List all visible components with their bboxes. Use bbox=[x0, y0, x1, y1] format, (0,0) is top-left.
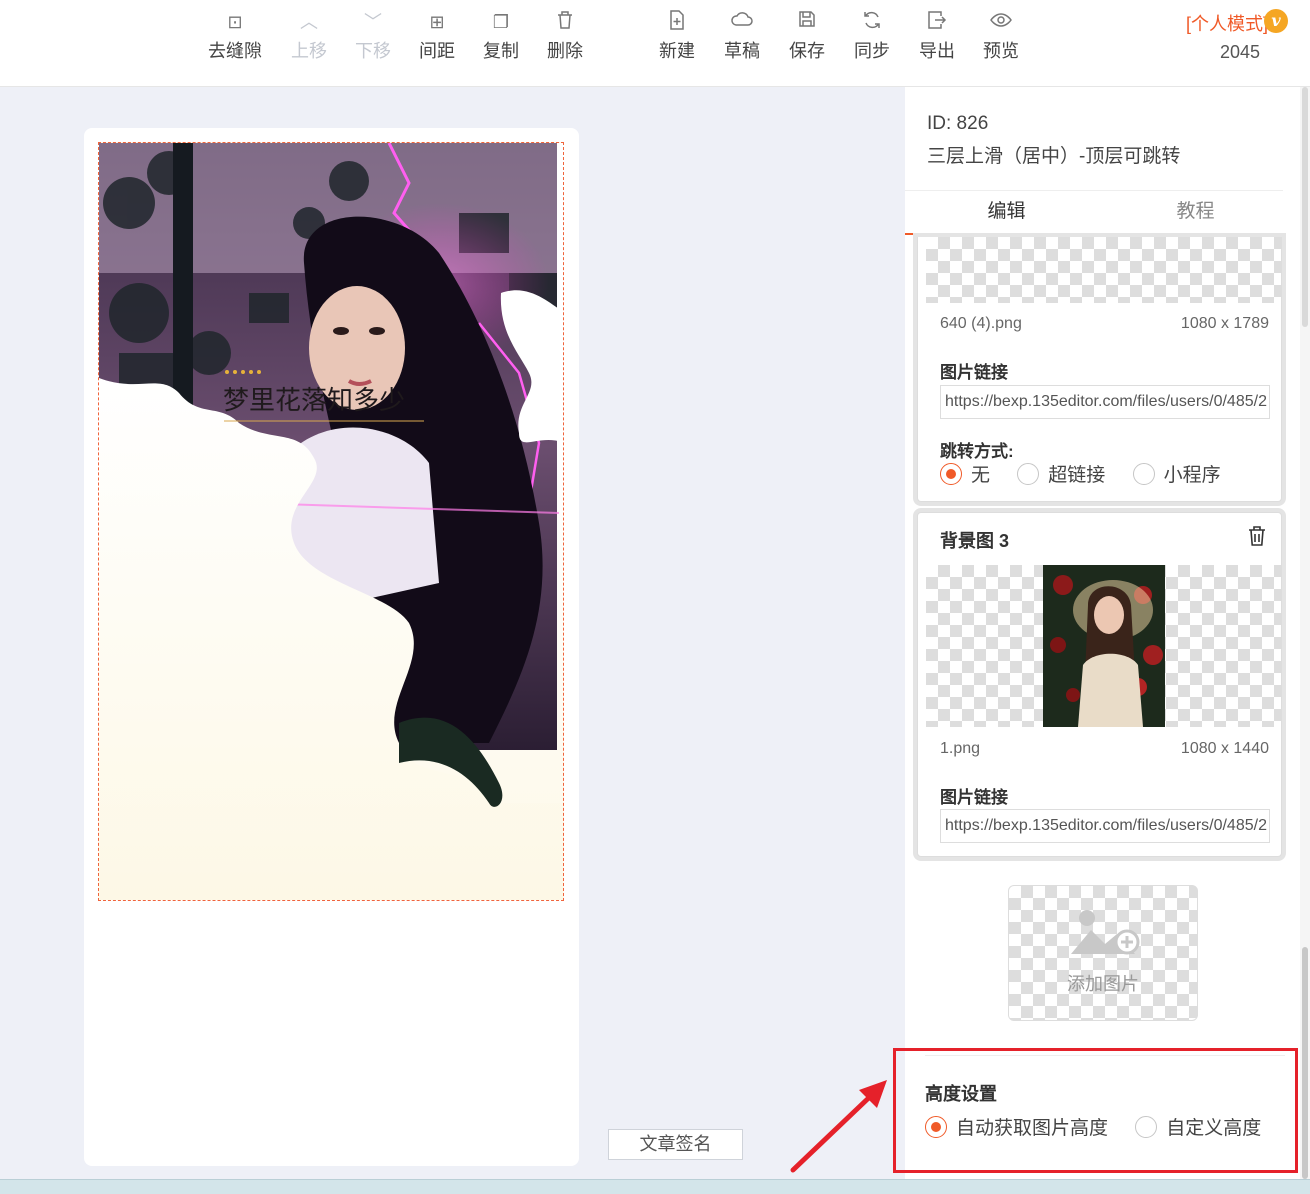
image-1-link-label: 图片链接 bbox=[940, 363, 1008, 382]
add-image-label: 添加图片 bbox=[1067, 974, 1139, 994]
background-3-filename: 1.png bbox=[940, 740, 981, 757]
panel-scroll-thumb[interactable] bbox=[1302, 947, 1308, 1179]
save-icon bbox=[775, 10, 839, 38]
chevron-up-icon: ︿ bbox=[300, 12, 318, 33]
draft-button[interactable]: 草稿 bbox=[710, 10, 774, 64]
image-1-link-input[interactable]: https://bexp.135editor.com/files/users/0… bbox=[940, 385, 1270, 419]
eye-icon bbox=[969, 10, 1033, 38]
vip-badge-icon: v bbox=[1264, 9, 1288, 34]
personal-mode-switch[interactable]: [个人模式] v bbox=[1185, 9, 1288, 37]
export-icon bbox=[905, 10, 969, 38]
annotation-highlight-box bbox=[893, 1048, 1298, 1173]
copy-icon: ❐ bbox=[492, 12, 510, 33]
panel-tabs: 编辑 教程 bbox=[905, 190, 1283, 235]
move-down-label: 下移 bbox=[355, 41, 391, 61]
outer-scroll-thumb[interactable] bbox=[1302, 87, 1308, 327]
background-3-link-label: 图片链接 bbox=[940, 788, 1008, 807]
image-1-size: 1080 x 1789 bbox=[1180, 315, 1269, 332]
remove-gap-button[interactable]: ⊡ 去缝隙 bbox=[203, 10, 267, 64]
background-3-link-input[interactable]: https://bexp.135editor.com/files/users/0… bbox=[940, 809, 1270, 843]
add-image-icon bbox=[1071, 910, 1140, 955]
save-label: 保存 bbox=[789, 41, 825, 61]
template-name: 三层上滑（居中）-顶层可跳转 bbox=[927, 146, 1181, 167]
export-label: 导出 bbox=[919, 41, 955, 61]
article-signature-button[interactable]: 文章签名 bbox=[608, 1129, 743, 1160]
counter-value: 2045 bbox=[1219, 42, 1261, 62]
selected-template-frame[interactable]: 梦里花落知多少 bbox=[98, 142, 564, 901]
jump-option-hyperlink-label: 超链接 bbox=[1048, 465, 1106, 486]
jump-mode-label: 跳转方式: bbox=[940, 442, 1014, 461]
panel-scrollbar[interactable] bbox=[1300, 87, 1310, 1179]
properties-panel: ID: 826 三层上滑（居中）-顶层可跳转 编辑 教程 640 (4).png… bbox=[905, 87, 1300, 1179]
radio-none[interactable] bbox=[940, 462, 962, 485]
annotation-arrow-icon bbox=[790, 1080, 887, 1173]
spacing-button[interactable]: ⊞ 间距 bbox=[405, 10, 469, 64]
bottom-status-strip bbox=[0, 1179, 1310, 1194]
sync-label: 同步 bbox=[854, 41, 890, 61]
remove-gap-label: 去缝隙 bbox=[208, 41, 262, 61]
move-up-button[interactable]: ︿ 上移 bbox=[277, 10, 341, 64]
copy-button[interactable]: ❐ 复制 bbox=[469, 10, 533, 64]
template-id: ID: 826 bbox=[927, 113, 989, 134]
jump-mode-radio-group: 无 超链接 小程序 bbox=[940, 460, 1243, 487]
image-card-background-3: 背景图 3 1.png 1080 x 1440 图片链接 https://bex… bbox=[917, 512, 1282, 857]
jump-option-miniprogram-label: 小程序 bbox=[1163, 465, 1221, 486]
delete-label: 删除 bbox=[547, 41, 583, 61]
cloud-icon bbox=[710, 10, 774, 38]
preview-button[interactable]: 预览 bbox=[969, 10, 1033, 64]
template-preview-image: 梦里花落知多少 bbox=[99, 143, 563, 900]
chevron-down-icon: ﹀ bbox=[364, 12, 382, 33]
image-1-thumbnail[interactable] bbox=[926, 237, 1281, 303]
toolbar: ⊡ 去缝隙 ︿ 上移 ﹀ 下移 ⊞ 间距 ❐ 复制 删除 新建 草稿 保存 同步… bbox=[0, 0, 1310, 87]
add-image-button[interactable]: 添加图片 bbox=[1008, 885, 1198, 1021]
image-card-1: 640 (4).png 1080 x 1789 图片链接 https://bex… bbox=[917, 237, 1282, 502]
jump-option-none[interactable]: 无 bbox=[940, 460, 990, 487]
preview-label: 预览 bbox=[983, 41, 1019, 61]
background-3-thumbnail[interactable] bbox=[926, 565, 1281, 727]
move-up-label: 上移 bbox=[291, 41, 327, 61]
image-1-filename: 640 (4).png bbox=[940, 315, 1022, 332]
sync-button[interactable]: 同步 bbox=[840, 10, 904, 64]
trash-icon bbox=[533, 10, 597, 38]
radio-hyperlink[interactable] bbox=[1017, 462, 1040, 485]
sync-icon bbox=[840, 10, 904, 38]
save-button[interactable]: 保存 bbox=[775, 10, 839, 64]
jump-option-hyperlink[interactable]: 超链接 bbox=[1017, 460, 1105, 487]
spacing-icon: ⊞ bbox=[429, 12, 445, 33]
background-3-photo bbox=[1043, 565, 1165, 727]
jump-option-none-label: 无 bbox=[971, 465, 991, 486]
background-3-size: 1080 x 1440 bbox=[1180, 740, 1269, 757]
export-button[interactable]: 导出 bbox=[905, 10, 969, 64]
delete-background-3-icon[interactable] bbox=[1247, 525, 1267, 552]
move-down-button[interactable]: ﹀ 下移 bbox=[341, 10, 405, 64]
gap-icon: ⊡ bbox=[227, 12, 243, 33]
background-3-title: 背景图 3 bbox=[940, 531, 1010, 551]
overlay-title-text: 梦里花落知多少 bbox=[223, 386, 405, 416]
jump-option-miniprogram[interactable]: 小程序 bbox=[1132, 460, 1221, 487]
spacing-label: 间距 bbox=[419, 41, 455, 61]
new-label: 新建 bbox=[659, 41, 695, 61]
tab-tutorial[interactable]: 教程 bbox=[1108, 191, 1283, 235]
new-file-icon bbox=[645, 10, 709, 38]
tab-edit[interactable]: 编辑 bbox=[905, 191, 1108, 235]
radio-miniprogram[interactable] bbox=[1132, 462, 1155, 485]
mode-label: [个人模式] bbox=[1185, 14, 1268, 34]
delete-button[interactable]: 删除 bbox=[533, 10, 597, 64]
draft-label: 草稿 bbox=[724, 41, 760, 61]
copy-label: 复制 bbox=[483, 41, 519, 61]
new-button[interactable]: 新建 bbox=[645, 10, 709, 64]
